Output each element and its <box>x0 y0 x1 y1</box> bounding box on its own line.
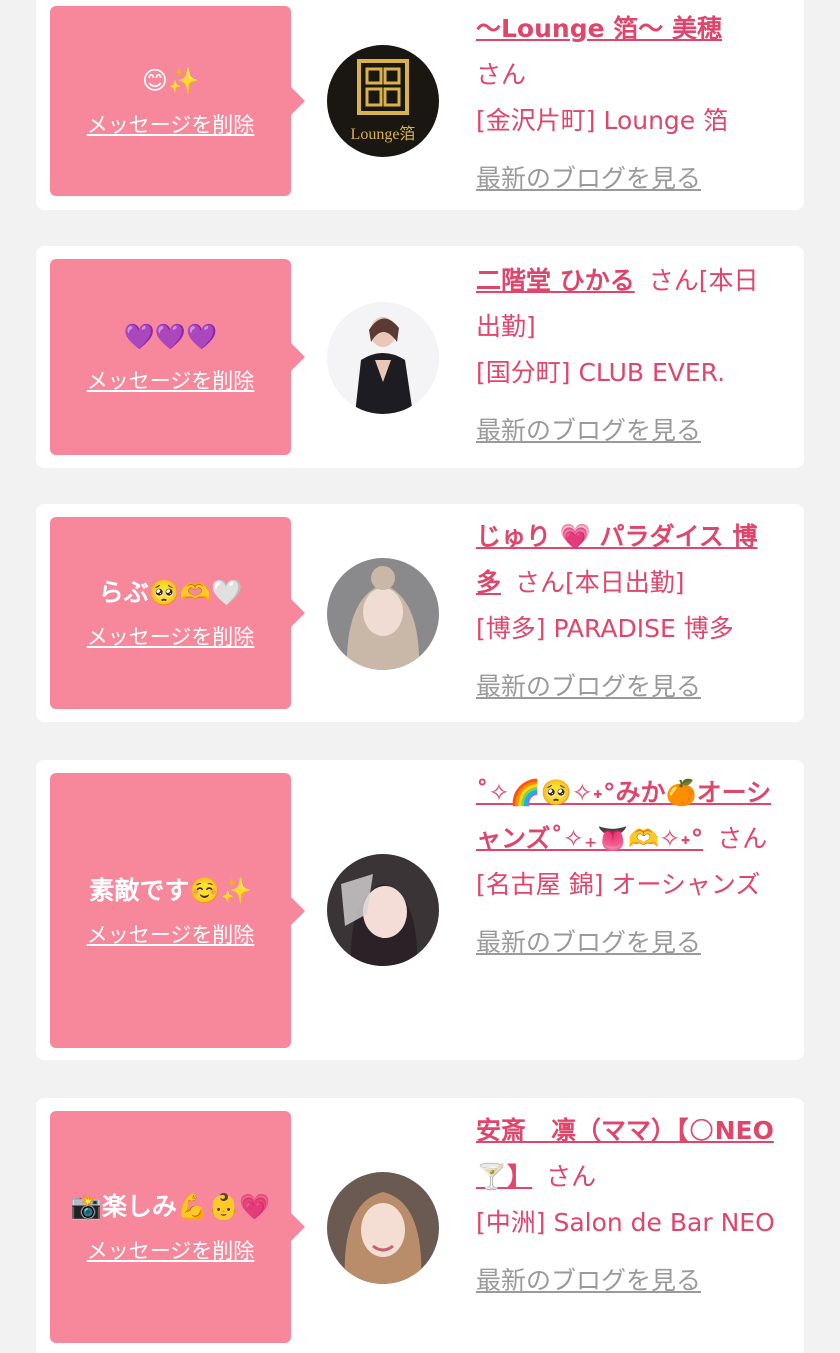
message-bubble: 💜💜💜 メッセージを削除 <box>50 259 305 455</box>
san-suffix: さん <box>515 568 566 597</box>
delete-message-link[interactable]: メッセージを削除 <box>87 919 255 949</box>
latest-blog-link[interactable]: 最新のブログを見る <box>476 408 701 454</box>
shop-label: [国分町] CLUB EVER. <box>476 358 726 387</box>
latest-blog-link[interactable]: 最新のブログを見る <box>476 920 701 966</box>
cast-card: 素敵です☺️✨ メッセージを削除 ˚✧🌈🥺✧˖°みか🍊オーシャンズ˚✧₊👅🫶✧˖… <box>36 760 804 1060</box>
san-suffix: さん <box>717 824 768 853</box>
delete-message-link[interactable]: メッセージを削除 <box>87 109 255 139</box>
cast-info: 二階堂 ひかる さん[本日出勤] [国分町] CLUB EVER. 最新のブログを… <box>476 258 781 454</box>
cast-name-link[interactable]: 〜Lounge 箔〜 美穂 <box>476 14 722 43</box>
shop-label: [名古屋 錦] オーシャンズ <box>476 870 761 899</box>
message-bubble: 素敵です☺️✨ メッセージを削除 <box>50 773 305 1048</box>
message-text: 📸楽しみ💪👶💗 <box>70 1192 271 1221</box>
delete-message-link[interactable]: メッセージを削除 <box>87 621 255 651</box>
message-text: 素敵です☺️✨ <box>89 875 252 905</box>
cast-info: じゅり 💗 パラダイス 博多 さん[本日出勤] [博多] PARADISE 博多 … <box>476 514 781 710</box>
avatar-image <box>327 1172 439 1284</box>
avatar[interactable]: Lounge箔 <box>327 45 439 157</box>
avatar-logo-text: Lounge箔 <box>351 125 416 143</box>
latest-blog-link[interactable]: 最新のブログを見る <box>476 664 701 710</box>
work-status: [本日出勤] <box>565 568 685 597</box>
avatar-image: Lounge箔 <box>327 45 439 157</box>
latest-blog-link[interactable]: 最新のブログを見る <box>476 1258 701 1304</box>
avatar[interactable] <box>327 1172 439 1284</box>
avatar-image <box>327 558 439 670</box>
san-suffix: さん <box>648 266 699 295</box>
cast-name-link[interactable]: 安斎 凛（ママ）【🌕NEO🍸】 <box>476 1116 774 1191</box>
cast-card: 💜💜💜 メッセージを削除 二階堂 ひかる さん[本日出勤] [国分町] CLUB … <box>36 246 804 468</box>
shop-label: [博多] PARADISE 博多 <box>476 614 734 643</box>
cast-card: 📸楽しみ💪👶💗 メッセージを削除 安斎 凛（ママ）【🌕NEO🍸】 さん [中洲] … <box>36 1098 804 1353</box>
san-suffix: さん <box>476 60 527 89</box>
cast-name-link[interactable]: 二階堂 ひかる <box>476 266 635 295</box>
cast-card: 😊✨ メッセージを削除 Lounge箔 〜Lounge 箔〜 美穂 さん [金沢… <box>36 0 804 210</box>
cast-info: ˚✧🌈🥺✧˖°みか🍊オーシャンズ˚✧₊👅🫶✧˖° さん [名古屋 錦] オーシャン… <box>476 770 781 966</box>
shop-label: [金沢片町] Lounge 箔 <box>476 106 729 135</box>
cast-info: 〜Lounge 箔〜 美穂 さん [金沢片町] Lounge 箔 最新のブログを… <box>476 6 781 202</box>
avatar-image <box>327 854 439 966</box>
message-bubble: 📸楽しみ💪👶💗 メッセージを削除 <box>50 1111 305 1343</box>
avatar-image <box>327 302 439 414</box>
avatar[interactable] <box>327 302 439 414</box>
cast-card: らぶ🥺🫶🤍 メッセージを削除 じゅり 💗 パラダイス 博多 さん[本日出勤] [博… <box>36 504 804 722</box>
message-bubble: らぶ🥺🫶🤍 メッセージを削除 <box>50 517 305 709</box>
cast-info: 安斎 凛（ママ）【🌕NEO🍸】 さん [中洲] Salon de Bar NEO … <box>476 1108 781 1304</box>
message-text: 💜💜💜 <box>123 322 218 351</box>
delete-message-link[interactable]: メッセージを削除 <box>87 365 255 395</box>
san-suffix: さん <box>546 1162 597 1191</box>
message-text: らぶ🥺🫶🤍 <box>98 578 243 607</box>
message-text: 😊✨ <box>141 66 200 95</box>
shop-label: [中洲] Salon de Bar NEO <box>476 1208 775 1237</box>
avatar[interactable] <box>327 558 439 670</box>
delete-message-link[interactable]: メッセージを削除 <box>87 1235 255 1265</box>
latest-blog-link[interactable]: 最新のブログを見る <box>476 156 701 202</box>
avatar[interactable] <box>327 854 439 966</box>
favorites-list: 😊✨ メッセージを削除 Lounge箔 〜Lounge 箔〜 美穂 さん [金沢… <box>0 0 840 1353</box>
message-bubble: 😊✨ メッセージを削除 <box>50 6 305 196</box>
